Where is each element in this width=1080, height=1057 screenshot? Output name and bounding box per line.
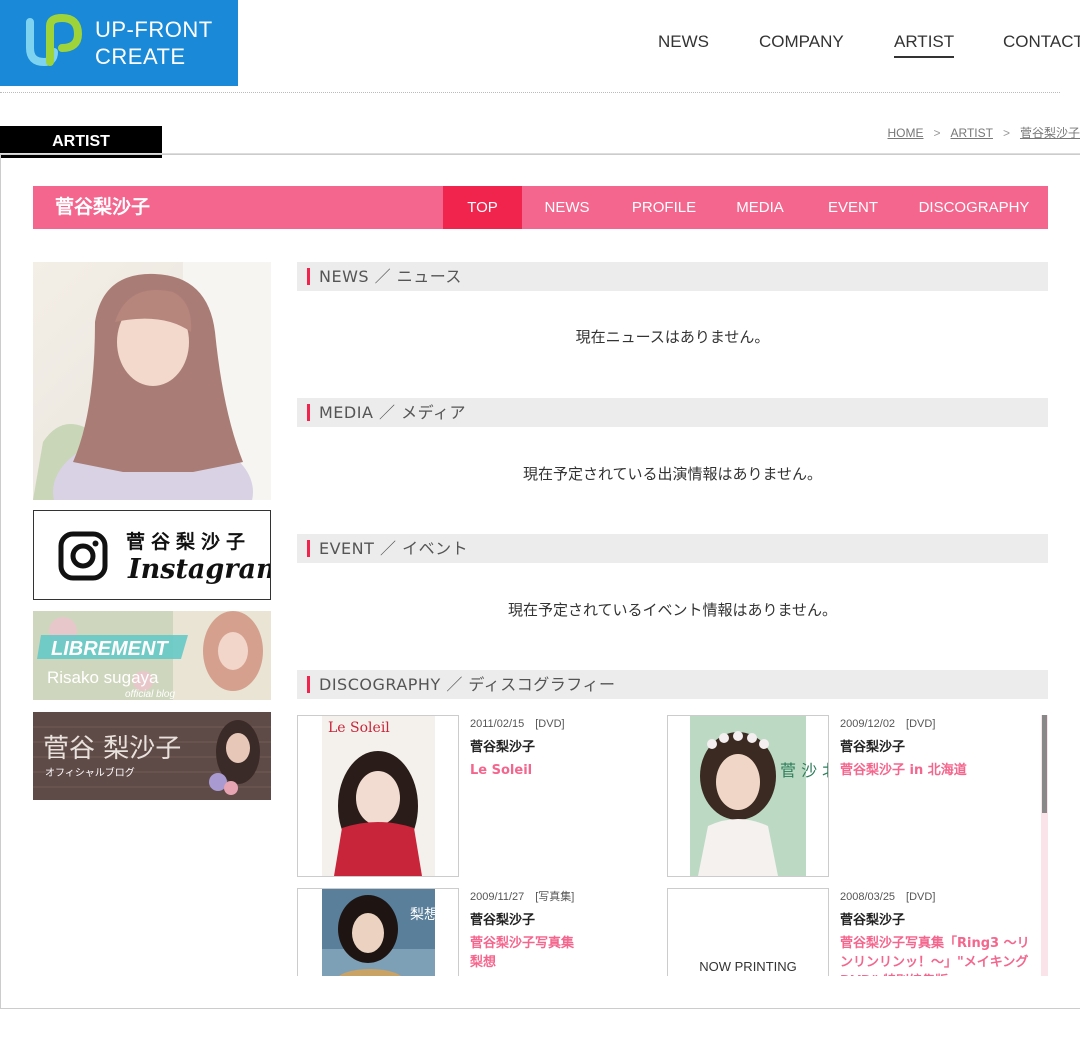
discography-item[interactable]: 梨想 2009/11/27 [写真集] 菅谷梨沙子 菅谷梨沙子写真集 梨想 [297, 888, 657, 976]
release-title[interactable]: 菅谷梨沙子写真集 梨想 [470, 934, 665, 972]
header-divider [0, 92, 1060, 93]
artist-tab-media[interactable]: MEDIA [716, 186, 804, 229]
artist-bar: 菅谷梨沙子 TOP NEWS PROFILE MEDIA EVENT DISCO… [33, 186, 1048, 229]
artist-tab-top[interactable]: TOP [443, 186, 522, 229]
blog1-subtitle: Risako sugaya [47, 668, 159, 687]
discography-heading: DISCOGRAPHY ／ ディスコグラフィー [297, 670, 1048, 699]
cover-thumbnail[interactable]: Le Soleil [297, 715, 459, 877]
release-artist: 菅谷梨沙子 [840, 740, 906, 755]
cover-thumbnail[interactable]: 菅 沙 北海道 [667, 715, 829, 877]
news-empty-message: 現在ニュースはありません。 [575, 328, 770, 346]
media-heading-text: MEDIA ／ メディア [319, 403, 466, 422]
nav-news[interactable]: NEWS [658, 30, 709, 58]
release-artist: 菅谷梨沙子 [840, 913, 906, 928]
instagram-icon [58, 531, 108, 581]
chevron-right-icon: > [1002, 126, 1010, 140]
cover-thumbnail[interactable]: 梨想 [297, 888, 459, 976]
event-heading: EVENT ／ イベント [297, 534, 1048, 563]
release-date: 2011/02/15 [DVD] [470, 718, 565, 730]
instagram-artist-name: 菅谷梨沙子 [126, 531, 252, 553]
cover-title: 梨想 [410, 907, 438, 923]
discography-item[interactable]: NOW PRINTING 2008/03/25 [DVD] 菅谷梨沙子 菅谷梨沙… [667, 888, 1030, 976]
site-header: UP-FRONT CREATE NEWS COMPANY ARTIST CONT… [0, 0, 1080, 93]
cover-title: 菅 沙 北海道 [780, 761, 828, 780]
official-blog-banner[interactable]: 菅谷 梨沙子 オフィシャルブログ [33, 712, 271, 800]
breadcrumb-current[interactable]: 菅谷梨沙子 [1020, 126, 1080, 140]
instagram-banner[interactable]: 菅谷梨沙子 Instagram [33, 510, 271, 600]
breadcrumb-home[interactable]: HOME [888, 126, 924, 140]
now-printing-label: NOW PRINTING [699, 959, 797, 974]
instagram-wordmark: Instagram [128, 554, 271, 585]
libremement-blog-banner[interactable]: LIBREMENT Risako sugaya official blog [33, 611, 271, 700]
artist-tab-event[interactable]: EVENT [808, 186, 898, 229]
release-title[interactable]: Le Soleil [470, 761, 665, 780]
heading-accent [307, 540, 310, 557]
release-artist: 菅谷梨沙子 [470, 913, 536, 928]
breadcrumb: HOME > ARTIST > 菅谷梨沙子 [888, 124, 1080, 141]
blog2-caption: オフィシャルブログ [45, 766, 135, 779]
nav-artist[interactable]: ARTIST [894, 30, 955, 58]
discography-item[interactable]: Le Soleil 2011/02/15 [DVD] 菅谷梨沙子 Le Sole… [297, 715, 657, 877]
discography-heading-text: DISCOGRAPHY ／ ディスコグラフィー [319, 675, 616, 694]
artist-photo [33, 262, 271, 500]
discography-item[interactable]: 菅 沙 北海道 2009/12/02 [DVD] 菅谷梨沙子 菅谷梨沙子 in … [667, 715, 1027, 877]
media-heading: MEDIA ／ メディア [297, 398, 1048, 427]
heading-accent [307, 676, 310, 693]
cover-thumbnail[interactable]: NOW PRINTING [667, 888, 829, 976]
release-title[interactable]: 菅谷梨沙子 in 北海道 [840, 761, 1035, 780]
event-heading-text: EVENT ／ イベント [319, 539, 469, 558]
global-nav: NEWS COMPANY ARTIST CONTACT [0, 30, 1080, 60]
news-heading-text: NEWS ／ ニュース [319, 267, 462, 286]
artist-tab-discography[interactable]: DISCOGRAPHY [903, 186, 1045, 229]
artist-tab-profile[interactable]: PROFILE [616, 186, 712, 229]
discography-list: Le Soleil 2011/02/15 [DVD] 菅谷梨沙子 Le Sole… [297, 715, 1048, 976]
release-date: 2009/11/27 [写真集] [470, 891, 575, 903]
nav-company[interactable]: COMPANY [759, 30, 844, 58]
heading-accent [307, 268, 310, 285]
breadcrumb-artist[interactable]: ARTIST [951, 126, 993, 140]
chevron-right-icon: > [933, 126, 941, 140]
blog1-caption: official blog [125, 689, 175, 700]
blog2-title: 菅谷 梨沙子 [43, 734, 181, 764]
cover-title: Le Soleil [328, 720, 390, 736]
artist-name: 菅谷梨沙子 [55, 196, 151, 218]
news-heading: NEWS ／ ニュース [297, 262, 1048, 291]
release-artist: 菅谷梨沙子 [470, 740, 536, 755]
media-empty-message: 現在予定されている出演情報はありません。 [522, 465, 823, 483]
heading-accent [307, 404, 310, 421]
nav-contact[interactable]: CONTACT [1003, 30, 1080, 58]
release-date: 2008/03/25 [DVD] [840, 891, 936, 903]
release-date: 2009/12/02 [DVD] [840, 718, 936, 730]
scrollbar-thumb[interactable] [1042, 715, 1047, 813]
artist-tab-news[interactable]: NEWS [522, 186, 612, 229]
event-empty-message: 現在予定されているイベント情報はありません。 [507, 601, 838, 619]
blog1-title: LIBREMENT [51, 638, 169, 660]
release-title[interactable]: 菅谷梨沙子写真集「Ring3 〜リンリンリンッ！〜」"メイキングDVD" 特別編… [840, 934, 1035, 976]
